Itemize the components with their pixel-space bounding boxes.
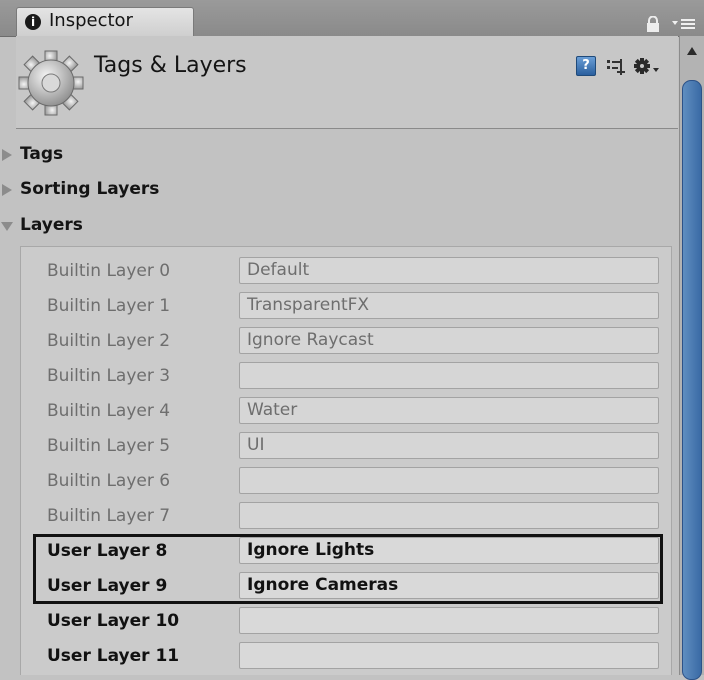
tags-layers-gear-icon [18, 50, 84, 116]
layer-label: Builtin Layer 0 [47, 261, 171, 281]
layer-row: User Layer 10 [21, 605, 671, 637]
layer-row: User Layer 11 [21, 640, 671, 672]
foldout-sorting-layers-label: Sorting Layers [20, 179, 160, 199]
layer-name-field[interactable]: Ignore Cameras [239, 572, 659, 599]
layer-name-field: Ignore Raycast [239, 327, 659, 354]
layer-label: Builtin Layer 5 [47, 436, 171, 456]
layer-name-field: UI [239, 432, 659, 459]
layer-row: User Layer 9 Ignore Cameras [21, 570, 671, 602]
inspector-header: Tags & Layers ? [16, 36, 678, 129]
layer-name-field: Default [239, 257, 659, 284]
scroll-thumb[interactable] [682, 80, 702, 680]
layer-name-field [239, 362, 659, 389]
page-title: Tags & Layers [94, 53, 247, 78]
foldout-tags[interactable]: Tags [0, 140, 400, 170]
layer-label: Builtin Layer 7 [47, 506, 171, 526]
scroll-up-arrow-icon[interactable] [686, 46, 698, 56]
layer-name-field: Water [239, 397, 659, 424]
layer-label: Builtin Layer 3 [47, 366, 171, 386]
layer-label: User Layer 9 [47, 576, 168, 596]
foldout-collapsed-icon [2, 149, 12, 161]
tab-inspector-label: Inspector [49, 10, 133, 31]
layers-list: Builtin Layer 0 Default Builtin Layer 1 … [20, 246, 672, 675]
foldout-layers-label: Layers [20, 215, 83, 235]
foldout-layers[interactable]: Layers [0, 211, 400, 241]
lock-icon[interactable] [646, 16, 660, 32]
info-icon: i [25, 14, 41, 30]
help-icon[interactable]: ? [576, 56, 596, 76]
layer-label: Builtin Layer 6 [47, 471, 171, 491]
foldout-tags-label: Tags [20, 144, 64, 164]
layer-row: Builtin Layer 6 [21, 465, 671, 497]
layer-label: Builtin Layer 2 [47, 331, 171, 351]
foldout-collapsed-icon [2, 184, 12, 196]
foldout-sorting-layers[interactable]: Sorting Layers [0, 175, 400, 205]
layer-name-field[interactable]: Ignore Lights [239, 537, 659, 564]
presets-icon[interactable] [606, 57, 626, 77]
layer-label: User Layer 8 [47, 541, 168, 561]
layer-label: User Layer 11 [47, 646, 180, 666]
layer-row: Builtin Layer 1 TransparentFX [21, 290, 671, 322]
layer-row: User Layer 8 Ignore Lights [21, 535, 671, 567]
layer-name-field: TransparentFX [239, 292, 659, 319]
layer-name-field[interactable] [239, 607, 659, 634]
layer-label: Builtin Layer 4 [47, 401, 171, 421]
settings-gear-icon[interactable] [632, 56, 660, 76]
layer-row: Builtin Layer 0 Default [21, 255, 671, 287]
layer-label: Builtin Layer 1 [47, 296, 171, 316]
layer-row: Builtin Layer 3 [21, 360, 671, 392]
layer-label: User Layer 10 [47, 611, 180, 631]
layer-name-field[interactable] [239, 642, 659, 669]
foldout-expanded-icon [1, 222, 13, 231]
vertical-scrollbar[interactable] [679, 36, 704, 680]
layer-name-field [239, 502, 659, 529]
layer-row: Builtin Layer 7 [21, 500, 671, 532]
layer-name-field [239, 467, 659, 494]
tab-inspector[interactable]: i Inspector [16, 7, 194, 36]
layer-row: Builtin Layer 5 UI [21, 430, 671, 462]
window-tab-strip: i Inspector [0, 0, 704, 37]
layer-row: Builtin Layer 4 Water [21, 395, 671, 427]
tab-menu-icon[interactable] [672, 18, 696, 30]
layer-row: Builtin Layer 2 Ignore Raycast [21, 325, 671, 357]
